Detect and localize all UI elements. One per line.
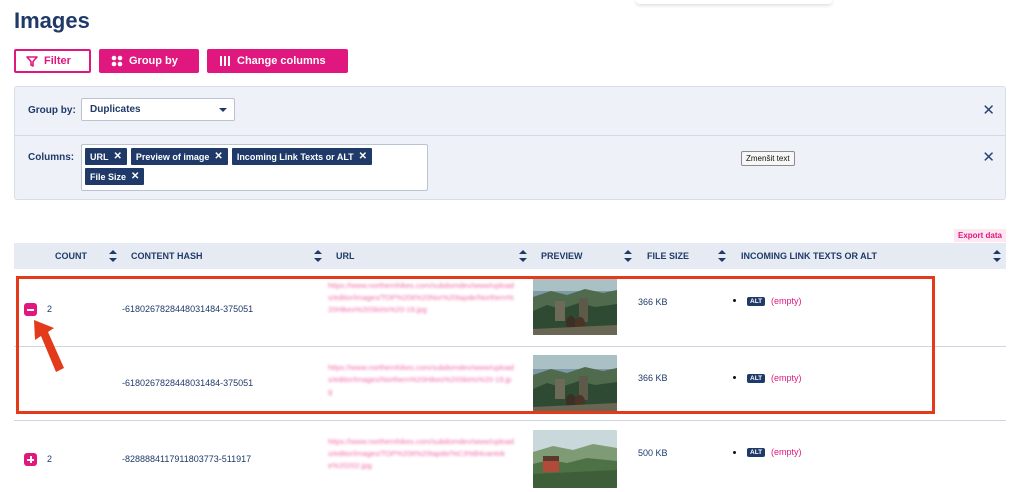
group-by-button-label: Group by bbox=[129, 55, 178, 67]
column-chip-file-size: File Size ✕ bbox=[85, 168, 145, 185]
sort-icon[interactable] bbox=[624, 250, 632, 262]
alt-empty-text: (empty) bbox=[771, 373, 802, 383]
table-row: 2 -6180267828448031484-375051 https://ww… bbox=[14, 270, 1006, 346]
file-size-cell: 500 KB bbox=[638, 448, 668, 458]
column-header-count[interactable]: COUNT bbox=[55, 243, 87, 269]
change-columns-button-label: Change columns bbox=[237, 55, 326, 67]
change-columns-button[interactable]: Change columns bbox=[207, 49, 348, 73]
alt-badge: ALT bbox=[747, 297, 766, 306]
toolbar: Filter Group by Change columns bbox=[14, 49, 348, 73]
panel-divider bbox=[15, 135, 1005, 136]
list-bullet bbox=[733, 376, 736, 379]
chip-remove-icon[interactable]: ✕ bbox=[359, 151, 367, 162]
column-chip-preview: Preview of image ✕ bbox=[130, 148, 228, 165]
columns-icon bbox=[220, 56, 230, 66]
alt-badge: ALT bbox=[747, 374, 766, 383]
image-preview[interactable] bbox=[533, 277, 617, 335]
page-title: Images bbox=[14, 8, 90, 33]
image-preview[interactable] bbox=[533, 355, 617, 413]
export-data-button[interactable]: Export data bbox=[953, 229, 1006, 242]
column-header-content-hash[interactable]: CONTENT HASH bbox=[131, 243, 203, 269]
tooltip: Zmenšit text bbox=[741, 151, 795, 166]
column-header-preview[interactable]: PREVIEW bbox=[541, 243, 583, 269]
count-cell: 2 bbox=[47, 454, 53, 464]
sort-icon[interactable] bbox=[993, 250, 1001, 262]
list-bullet bbox=[733, 299, 736, 302]
chip-remove-icon[interactable]: ✕ bbox=[214, 151, 222, 162]
close-columns-icon[interactable]: ✕ bbox=[982, 150, 995, 165]
chip-label: File Size bbox=[90, 171, 127, 182]
content-hash-cell: -6180267828448031484-375051 bbox=[122, 304, 254, 314]
filter-button-label: Filter bbox=[44, 55, 71, 67]
columns-selector[interactable]: URL ✕ Preview of image ✕ Incoming Link Tex… bbox=[81, 144, 428, 191]
count-cell: 2 bbox=[47, 304, 53, 314]
alt-empty-text: (empty) bbox=[771, 296, 802, 306]
content-hash-cell: -8288884117911803773-511917 bbox=[122, 454, 252, 464]
table-header: COUNT CONTENT HASH URL PREVIEW FILE SIZE… bbox=[14, 243, 1006, 269]
content-hash-cell: -6180267828448031484-375051 bbox=[122, 378, 254, 388]
columns-label: Columns: bbox=[28, 152, 75, 163]
expand-group-icon[interactable] bbox=[24, 453, 37, 466]
column-header-file-size[interactable]: FILE SIZE bbox=[647, 243, 689, 269]
table-row: 2 -8288884117911803773-511917 https://ww… bbox=[14, 421, 1006, 492]
url-link[interactable]: https://www.northernhikes.com/subdomdev/… bbox=[328, 362, 514, 398]
column-chip-url: URL ✕ bbox=[85, 148, 127, 165]
group-by-select[interactable]: Duplicates bbox=[81, 98, 235, 121]
grid-dots-icon bbox=[111, 55, 123, 67]
filter-icon bbox=[26, 55, 38, 67]
group-by-select-value: Duplicates bbox=[90, 104, 141, 115]
sort-icon[interactable] bbox=[109, 250, 117, 262]
alt-empty-text: (empty) bbox=[771, 447, 802, 457]
group-columns-panel: Group by: Duplicates ✕ Columns: URL ✕ Pre… bbox=[14, 86, 1006, 200]
chip-remove-icon[interactable]: ✕ bbox=[114, 151, 122, 162]
group-by-label: Group by: bbox=[28, 105, 76, 116]
sort-icon[interactable] bbox=[314, 250, 322, 262]
chip-label: Preview of image bbox=[135, 151, 210, 162]
collapse-group-icon[interactable] bbox=[24, 303, 37, 316]
file-size-cell: 366 KB bbox=[638, 297, 668, 307]
chip-label: URL bbox=[90, 151, 109, 162]
chip-label: Incoming Link Texts or ALT bbox=[236, 151, 354, 162]
column-chip-incoming-link: Incoming Link Texts or ALT ✕ bbox=[231, 148, 373, 165]
url-link[interactable]: https://www.northernhikes.com/subdomdev/… bbox=[328, 436, 514, 472]
annotation-arrow-icon bbox=[34, 320, 64, 372]
image-preview[interactable] bbox=[533, 430, 617, 488]
sort-icon[interactable] bbox=[718, 250, 726, 262]
list-bullet bbox=[733, 451, 736, 454]
column-header-url[interactable]: URL bbox=[336, 243, 355, 269]
group-by-button[interactable]: Group by bbox=[99, 49, 199, 73]
url-link[interactable]: https://www.northernhikes.com/subdomdev/… bbox=[328, 280, 514, 316]
top-shadow bbox=[636, 0, 832, 4]
caret-down-icon bbox=[219, 108, 227, 112]
table-row: -6180267828448031484-375051 https://www.… bbox=[14, 347, 1006, 419]
close-group-by-icon[interactable]: ✕ bbox=[982, 103, 995, 118]
column-header-incoming-link-texts[interactable]: INCOMING LINK TEXTS OR ALT bbox=[741, 243, 877, 269]
file-size-cell: 366 KB bbox=[638, 373, 668, 383]
alt-badge: ALT bbox=[747, 448, 766, 457]
chip-remove-icon[interactable]: ✕ bbox=[131, 171, 139, 182]
sort-icon[interactable] bbox=[519, 250, 527, 262]
filter-button[interactable]: Filter bbox=[14, 49, 91, 73]
